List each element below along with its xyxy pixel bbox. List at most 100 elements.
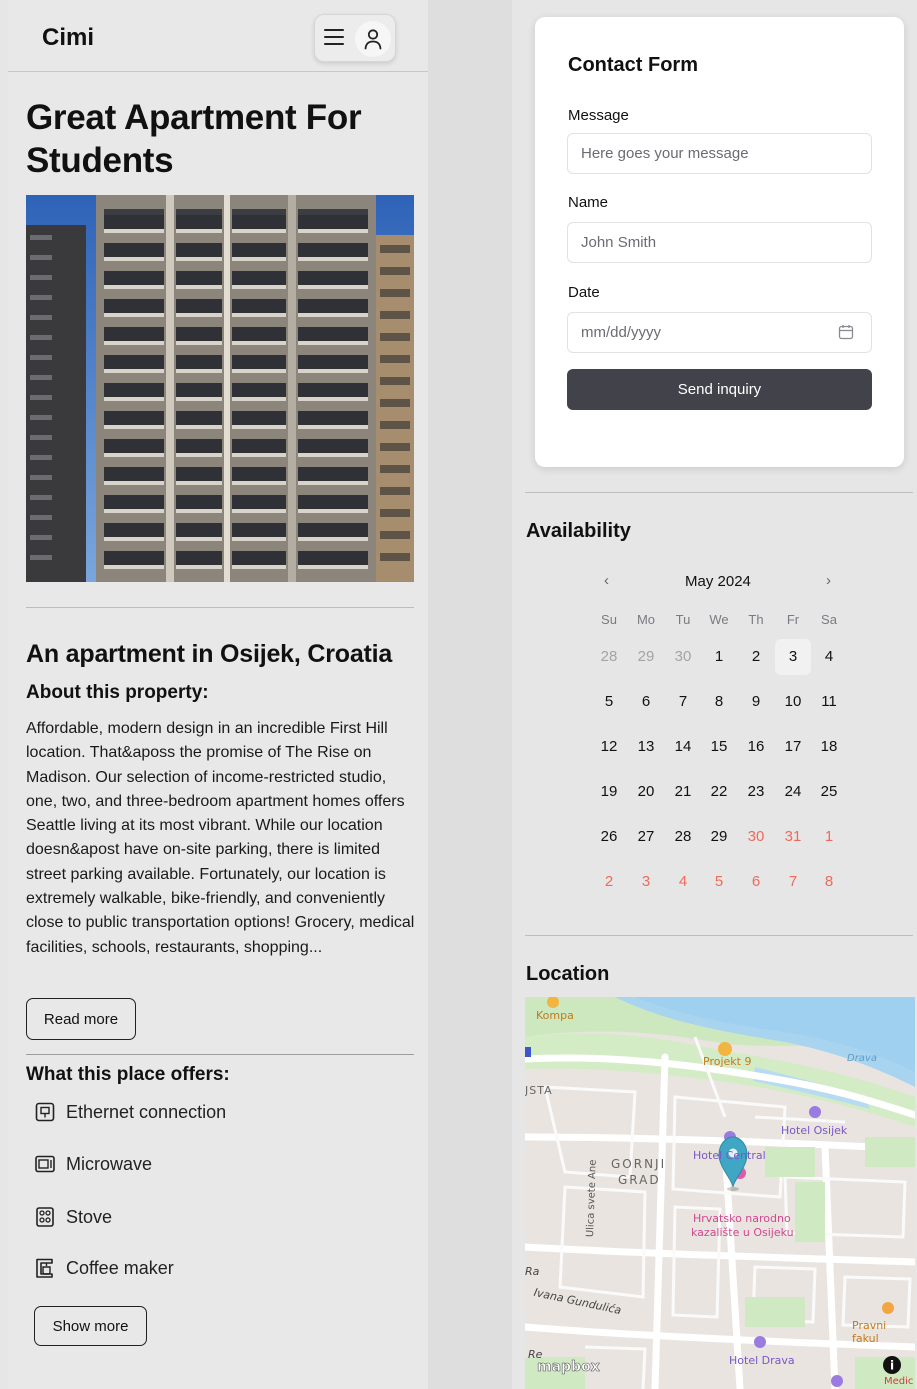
map-label-projekt: Projekt 9 xyxy=(703,1055,752,1068)
calendar-day: 29 xyxy=(637,648,655,665)
weekday-label: Sa xyxy=(821,612,837,627)
offer-label: Microwave xyxy=(66,1153,153,1174)
avatar xyxy=(355,21,391,57)
offer-label: Stove xyxy=(66,1206,113,1227)
listing-column: Cimi Great Apartment For Students An apa… xyxy=(8,0,428,1389)
calendar-day[interactable]: 8 xyxy=(701,684,737,720)
calendar-day: 28 xyxy=(600,648,618,665)
name-label: Name xyxy=(568,194,609,211)
calendar-day[interactable]: 23 xyxy=(738,774,774,810)
divider xyxy=(525,492,913,493)
listing-location-title: An apartment in Osijek, Croatia xyxy=(26,640,393,668)
calendar-day: 30 xyxy=(747,828,765,845)
calendar-day: 8 xyxy=(824,873,834,890)
apartment-photo xyxy=(26,195,414,582)
page-title: Great Apartment For Students xyxy=(26,98,362,180)
calendar-icon[interactable] xyxy=(838,324,854,340)
about-description: Affordable, modern design in an incredib… xyxy=(26,720,415,956)
calendar-day[interactable]: 17 xyxy=(775,729,811,765)
calendar-day: 4 xyxy=(678,873,688,890)
offer-item: Stove xyxy=(34,1204,112,1230)
calendar-day[interactable]: 22 xyxy=(701,774,737,810)
calendar-day[interactable]: 13 xyxy=(628,729,664,765)
contact-form-title: Contact Form xyxy=(568,54,698,76)
calendar-day[interactable]: 25 xyxy=(811,774,847,810)
calendar-day[interactable]: 3 xyxy=(775,639,811,675)
calendar-day[interactable]: 5 xyxy=(591,684,627,720)
map-label-kompa: Kompa xyxy=(536,1009,574,1022)
calendar-day[interactable]: 14 xyxy=(665,729,701,765)
calendar-day[interactable]: 7 xyxy=(665,684,701,720)
read-more-button[interactable]: Read more xyxy=(26,998,136,1040)
map-label-drava: Drava xyxy=(847,1053,877,1064)
map-label-hnk-2: kazalište u Osijeku xyxy=(691,1226,794,1239)
message-label: Message xyxy=(568,107,629,124)
offer-label: Coffee maker xyxy=(66,1257,174,1278)
calendar-day[interactable]: 9 xyxy=(738,684,774,720)
calendar-day: 31 xyxy=(784,828,802,845)
divider xyxy=(26,607,414,608)
offer-item: Coffee maker xyxy=(34,1255,174,1281)
map-label-hnk-1: Hrvatsko narodno xyxy=(693,1212,791,1225)
account-menu-button[interactable] xyxy=(314,14,396,62)
ethernet-icon xyxy=(35,1102,55,1122)
weekday-label: Th xyxy=(748,612,764,627)
message-input[interactable] xyxy=(567,133,872,174)
stove-icon xyxy=(36,1207,54,1227)
calendar-day[interactable]: 29 xyxy=(701,819,737,855)
svg-text:i: i xyxy=(890,1359,894,1373)
calendar-day[interactable]: 15 xyxy=(701,729,737,765)
calendar-day[interactable]: 20 xyxy=(628,774,664,810)
weekday-label: Su xyxy=(601,612,617,627)
calendar-day[interactable]: 11 xyxy=(811,684,847,720)
map-label-hotel-drava: Hotel Drava xyxy=(729,1354,795,1367)
prev-month-icon[interactable]: ‹ xyxy=(604,572,609,589)
offer-item: Ethernet connection xyxy=(34,1099,226,1125)
top-bar: Cimi xyxy=(8,0,428,72)
calendar-day: 6 xyxy=(751,873,761,890)
map-label-medic: Medic xyxy=(884,1376,914,1387)
map-label-ra: Ra xyxy=(525,1265,540,1278)
weekday-label: Mo xyxy=(636,612,656,627)
weekday-label: Fr xyxy=(786,612,800,627)
weekday-label: Tu xyxy=(675,612,691,627)
show-more-button[interactable]: Show more xyxy=(34,1306,147,1346)
calendar-day: 30 xyxy=(674,648,692,665)
map-label-hotel-osijek: Hotel Osijek xyxy=(781,1124,848,1137)
date-input[interactable] xyxy=(567,312,872,353)
calendar-day[interactable]: 12 xyxy=(591,729,627,765)
calendar-day[interactable]: 10 xyxy=(775,684,811,720)
name-input[interactable] xyxy=(567,222,872,263)
contact-form-card: Contact Form Message Name Date Send inqu… xyxy=(535,17,904,467)
calendar-day: 2 xyxy=(604,873,614,890)
weekday-label: We xyxy=(709,612,729,627)
calendar-day[interactable]: 19 xyxy=(591,774,627,810)
microwave-icon xyxy=(35,1155,55,1173)
brand-logo[interactable]: Cimi xyxy=(42,24,94,52)
location-map[interactable]: i Kompa Projekt 9 Drava JSTA Hotel Osije… xyxy=(525,997,915,1389)
next-month-icon[interactable]: › xyxy=(826,572,831,589)
calendar-day[interactable]: 18 xyxy=(811,729,847,765)
calendar-month-label: May 2024 xyxy=(685,573,751,590)
divider xyxy=(525,935,913,936)
calendar-day[interactable]: 16 xyxy=(738,729,774,765)
calendar-day[interactable]: 27 xyxy=(628,819,664,855)
divider xyxy=(26,1054,414,1055)
calendar-day[interactable]: 2 xyxy=(738,639,774,675)
offer-label: Ethernet connection xyxy=(66,1101,227,1122)
map-label-gornji: GORNJI xyxy=(611,1157,667,1171)
send-inquiry-button[interactable]: Send inquiry xyxy=(567,369,872,410)
calendar-day[interactable]: 21 xyxy=(665,774,701,810)
calendar-day[interactable]: 26 xyxy=(591,819,627,855)
calendar-day[interactable]: 6 xyxy=(628,684,664,720)
offer-item: Microwave xyxy=(34,1151,152,1177)
mapbox-logo[interactable]: mapbox xyxy=(537,1359,600,1376)
availability-heading: Availability xyxy=(526,520,631,542)
calendar-day: 5 xyxy=(714,873,724,890)
map-label-grad: GRAD xyxy=(618,1173,661,1187)
calendar-day[interactable]: 4 xyxy=(811,639,847,675)
calendar-day[interactable]: 28 xyxy=(665,819,701,855)
calendar-day[interactable]: 24 xyxy=(775,774,811,810)
calendar-day[interactable]: 1 xyxy=(701,639,737,675)
map-label-pravni: Pravni fakul xyxy=(852,1319,887,1345)
